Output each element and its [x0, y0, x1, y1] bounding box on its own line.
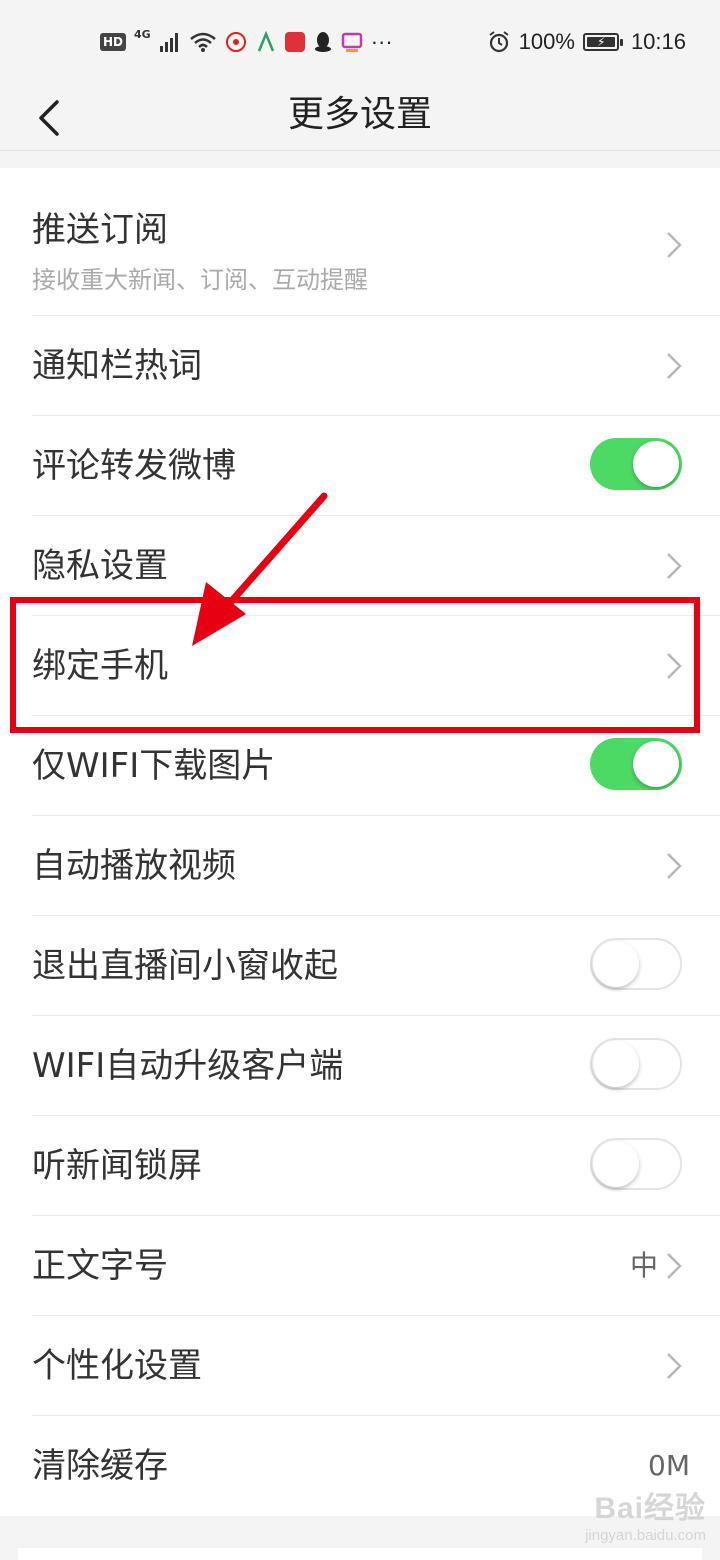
more-notifications-indicator: ···: [370, 29, 393, 54]
setting-label: 自动播放视频: [32, 846, 236, 886]
wifi-only-images-toggle[interactable]: [590, 738, 682, 790]
watermark-main: Bai经验: [594, 1492, 706, 1525]
alarm-icon: [489, 31, 509, 53]
setting-row-push-subscription[interactable]: 推送订阅 接收重大新闻、订阅、互动提醒: [0, 168, 720, 316]
status-left: HD 4G ···: [100, 24, 393, 60]
comment-repost-toggle[interactable]: [590, 438, 682, 490]
setting-label: 听新闻锁屏: [32, 1146, 202, 1186]
cellular-signal-icon: [159, 33, 178, 52]
setting-row-notification-hotwords[interactable]: 通知栏热词: [0, 316, 720, 416]
setting-label: WIFI自动升级客户端: [32, 1046, 344, 1086]
status-right: 100% ⚡ 10:16: [487, 24, 686, 60]
baidu-jingyan-watermark: Bai经验 jingyan.baidu.com: [585, 1483, 706, 1544]
battery-icon: ⚡: [582, 33, 623, 51]
hd-badge: HD: [100, 33, 127, 51]
setting-label: 隐私设置: [32, 546, 168, 586]
setting-row-live-window-collapse: 退出直播间小窗收起: [0, 916, 720, 1016]
status-bar: HD 4G ··· 100% ⚡ 10:16: [0, 0, 720, 84]
network-type-label: 4G: [134, 27, 151, 41]
setting-label: 正文字号: [32, 1246, 168, 1286]
setting-row-font-size[interactable]: 正文字号 中: [0, 1216, 720, 1316]
title-bar: 更多设置: [0, 84, 720, 151]
battery-percent: 100%: [518, 29, 575, 54]
watermark-sub: jingyan.baidu.com: [585, 1527, 706, 1544]
setting-label: 推送订阅: [32, 210, 168, 250]
setting-row-news-lockscreen: 听新闻锁屏: [0, 1116, 720, 1216]
settings-list: 推送订阅 接收重大新闻、订阅、互动提醒 通知栏热词 评论转发微博 隐私设置 绑定…: [0, 168, 720, 1516]
qq-icon: [314, 32, 331, 52]
chevron-right-icon: [667, 232, 682, 258]
chevron-right-icon: [667, 1353, 682, 1379]
chevron-right-icon: [667, 1253, 682, 1279]
setting-label: 退出直播间小窗收起: [32, 946, 338, 986]
tv-icon: [341, 32, 362, 52]
news-lockscreen-toggle[interactable]: [590, 1138, 682, 1190]
setting-label: 个性化设置: [32, 1346, 202, 1386]
wifi-icon: [189, 32, 216, 52]
wifi-auto-upgrade-toggle[interactable]: [590, 1038, 682, 1090]
setting-row-comment-repost-weibo: 评论转发微博: [0, 416, 720, 516]
setting-row-personalization[interactable]: 个性化设置: [0, 1316, 720, 1416]
chevron-right-icon: [667, 353, 682, 379]
live-window-collapse-toggle[interactable]: [590, 938, 682, 990]
setting-label: 仅WIFI下载图片: [32, 746, 276, 786]
chevron-right-icon: [667, 853, 682, 879]
cache-size-value: 0M: [648, 1449, 690, 1482]
page-title: 更多设置: [287, 94, 432, 135]
app-icon: [257, 31, 274, 52]
chevron-right-icon: [667, 553, 682, 579]
setting-label: 通知栏热词: [32, 346, 202, 386]
setting-row-wifi-auto-upgrade: WIFI自动升级客户端: [0, 1016, 720, 1116]
sina-weibo-icon: [225, 32, 246, 52]
setting-row-autoplay-video[interactable]: 自动播放视频: [0, 816, 720, 916]
setting-sublabel: 接收重大新闻、订阅、互动提醒: [32, 266, 368, 294]
clock: 10:16: [630, 29, 686, 54]
setting-label: 清除缓存: [32, 1446, 168, 1486]
reader-icon: [284, 32, 305, 52]
annotation-highlight-box: [10, 597, 700, 733]
setting-label: 评论转发微博: [32, 446, 236, 486]
font-size-value: 中: [629, 1249, 658, 1282]
next-section-card: [18, 1548, 702, 1560]
